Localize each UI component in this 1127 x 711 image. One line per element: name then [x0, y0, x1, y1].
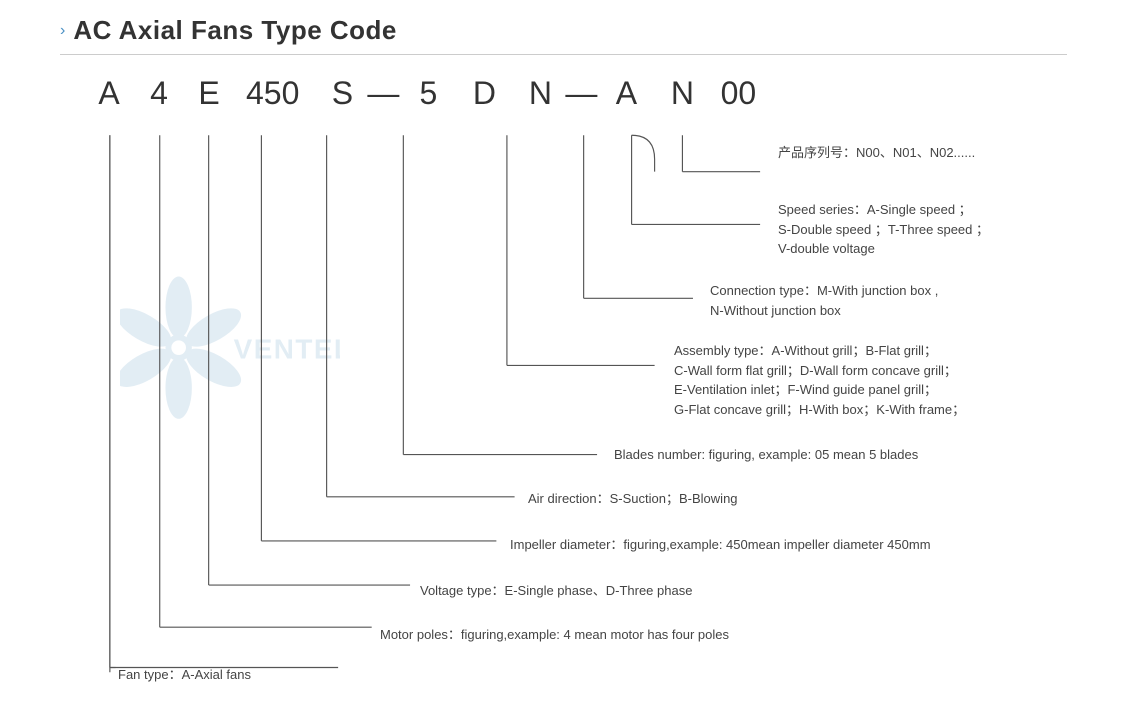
annotation-motor-poles: Motor poles：figuring,example: 4 mean mot…: [380, 625, 729, 645]
annotation-impeller-diameter: Impeller diameter：figuring,example: 450m…: [510, 535, 931, 555]
annotation-assembly-type: Assembly type：A-Without grill；B-Flat gri…: [674, 341, 965, 419]
annotation-connection-type: Connection type：M-With junction box , N-…: [710, 281, 938, 320]
chevron-icon: ›: [60, 22, 65, 40]
code-n: N: [521, 75, 559, 112]
annotation-product-series: 产品序列号：N00、N01、N02......: [778, 143, 975, 163]
page-title: AC Axial Fans Type Code: [73, 15, 397, 46]
annotation-voltage-type: Voltage type：E-Single phase、D-Three phas…: [420, 581, 692, 601]
code-a2: A: [607, 75, 645, 112]
header-section: › AC Axial Fans Type Code: [60, 15, 1067, 55]
page-container: › AC Axial Fans Type Code: [0, 0, 1127, 711]
code-450: 450: [246, 75, 299, 112]
code-e: E: [190, 75, 228, 112]
code-a: A: [90, 75, 128, 112]
annotation-blades-number: Blades number: figuring, example: 05 mea…: [614, 445, 918, 465]
code-n2: N: [663, 75, 701, 112]
diagram-area: VENTEL A 4 E 450 S — 5 D N — A N 00 .lin…: [60, 65, 1067, 685]
code-dash1: —: [367, 75, 399, 112]
code-5: 5: [409, 75, 447, 112]
code-4: 4: [140, 75, 178, 112]
code-s: S: [323, 75, 361, 112]
code-dash2: —: [565, 75, 597, 112]
annotation-air-direction: Air direction：S-Suction；B-Blowing: [528, 489, 738, 509]
annotation-fan-type: Fan type：A-Axial fans: [118, 665, 251, 685]
type-code-row: A 4 E 450 S — 5 D N — A N 00: [90, 75, 757, 112]
code-d: D: [465, 75, 503, 112]
code-00: 00: [719, 75, 757, 112]
annotation-speed-series: Speed series：A-Single speed ； S-Double s…: [778, 200, 989, 259]
